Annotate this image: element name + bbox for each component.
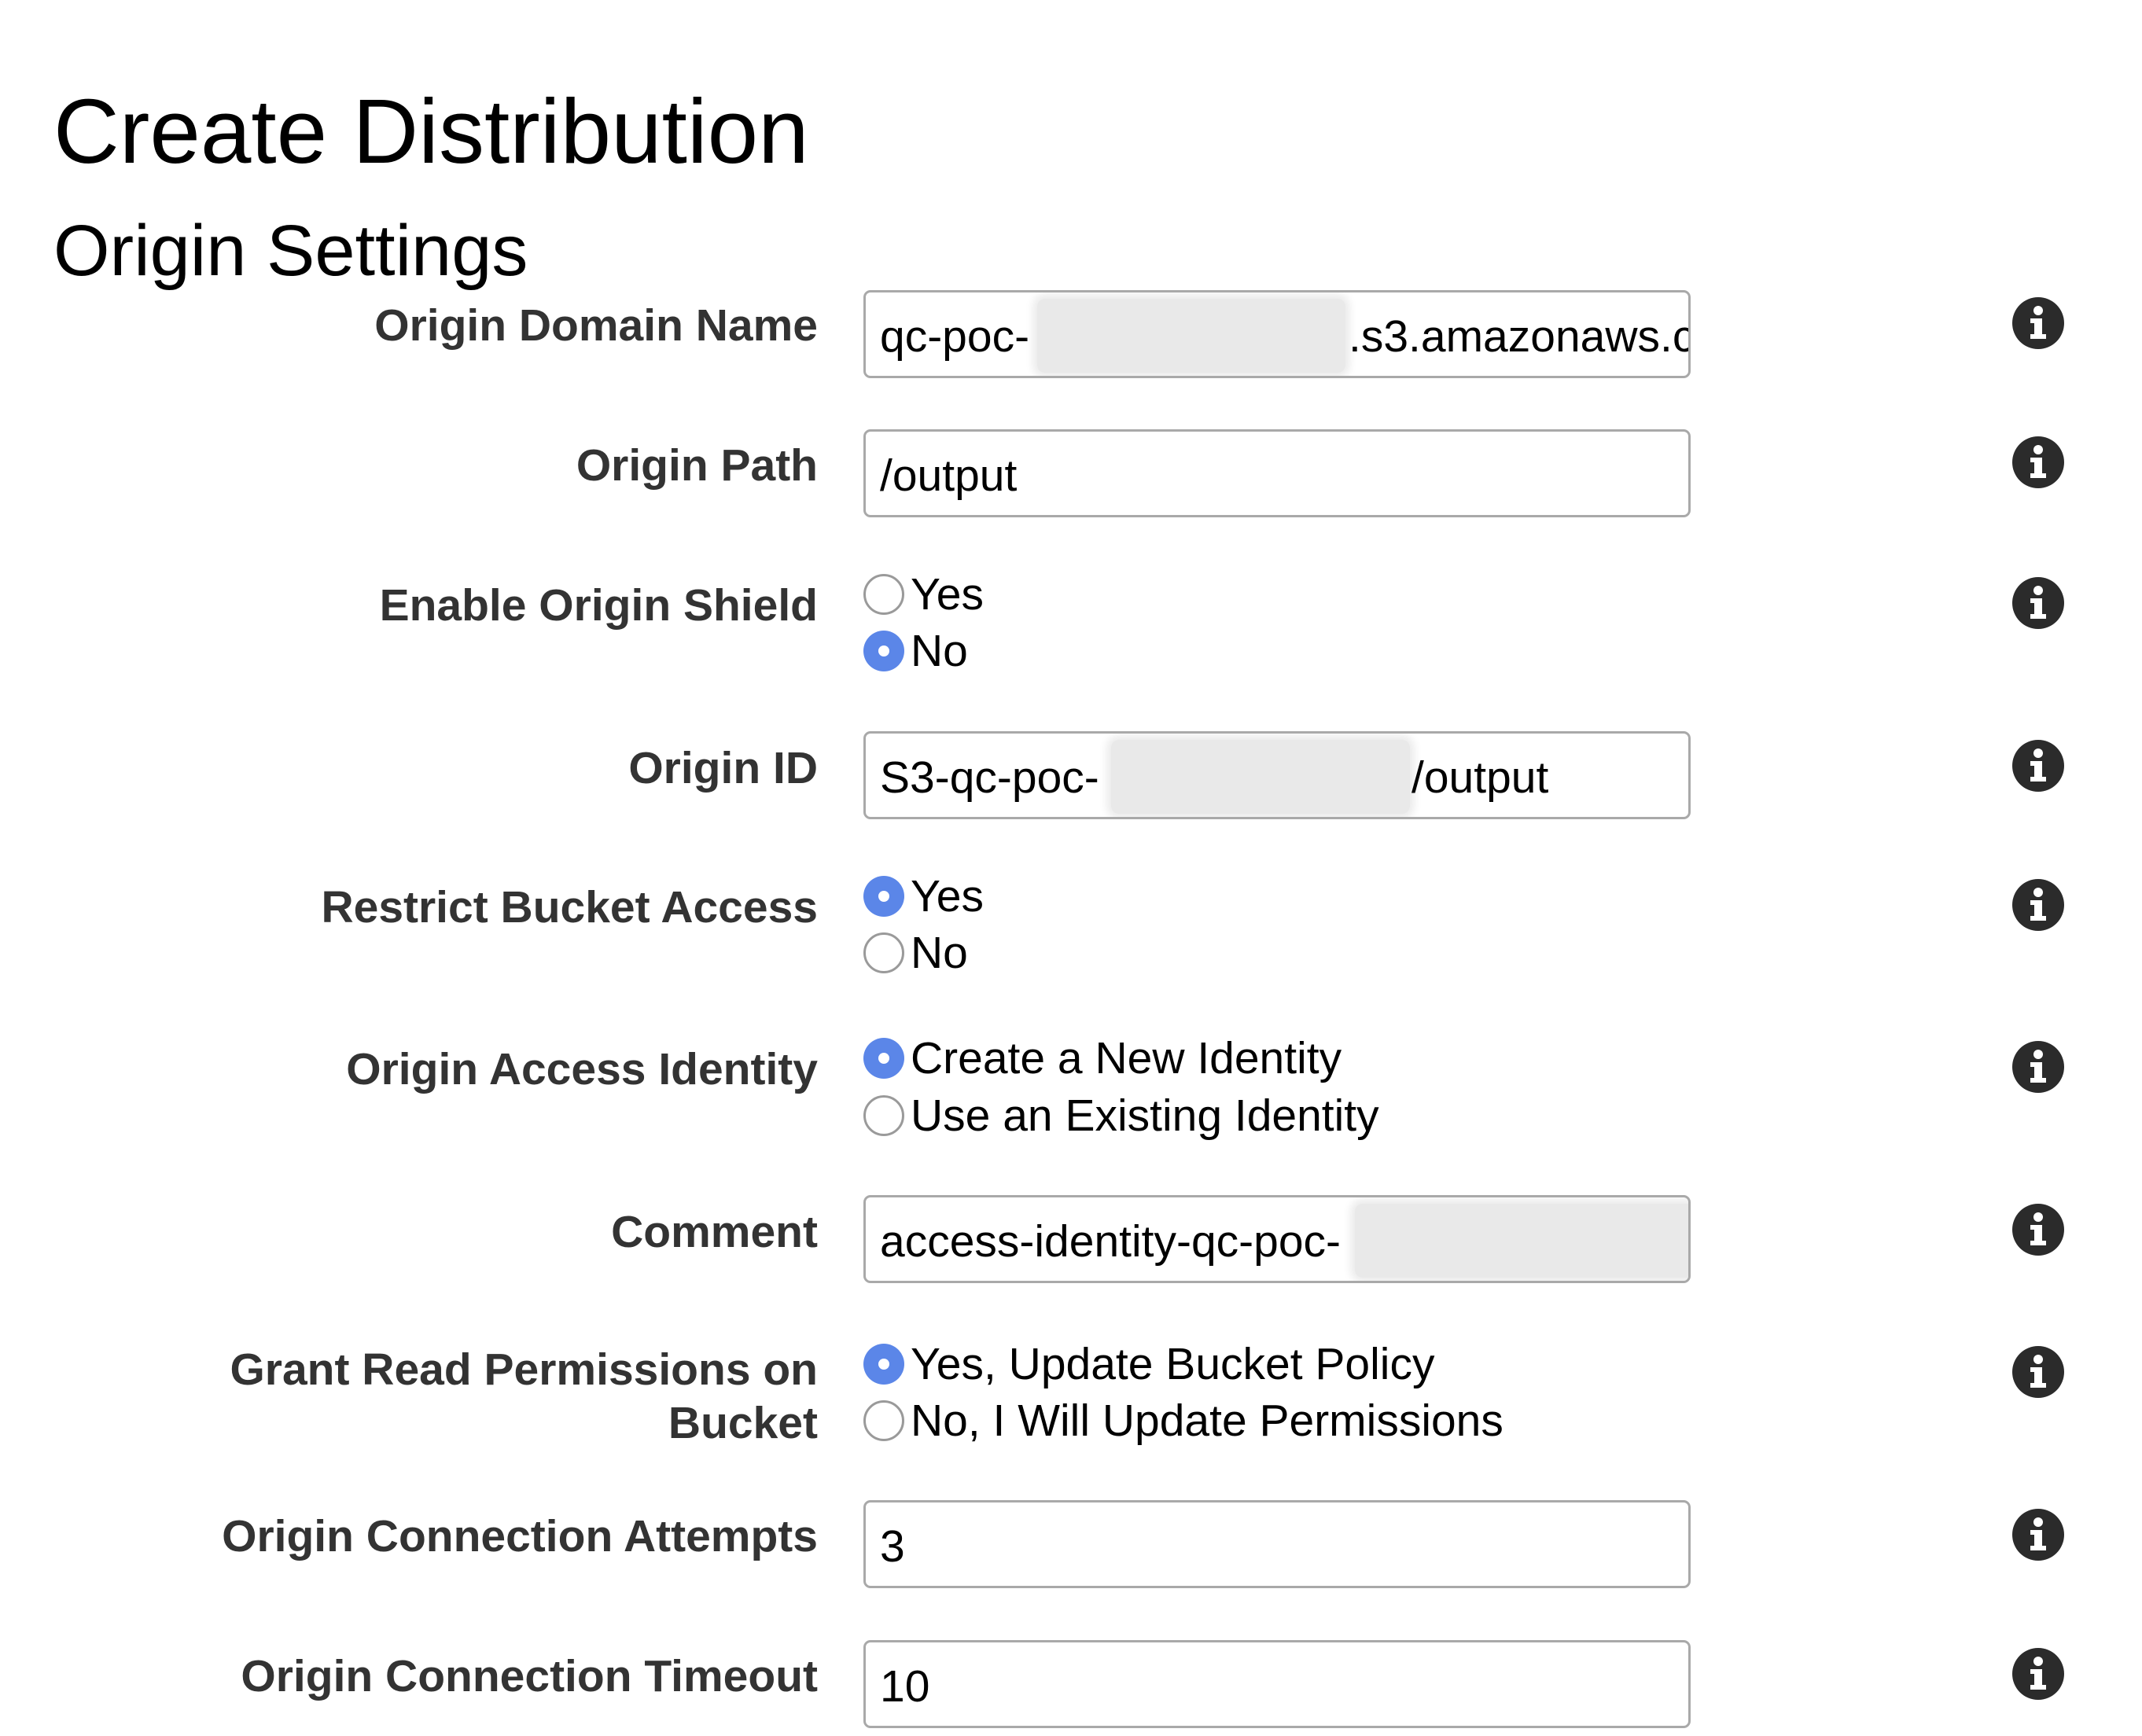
grant-read-option-yes[interactable]: Yes, Update Bucket Policy [863,1336,1434,1392]
comment-value-prefix: access-identity-qc-poc- [880,1216,1342,1267]
origin-connection-timeout-input[interactable]: 10 [863,1640,1691,1728]
info-icon[interactable] [2011,436,2065,489]
radio-label: Yes, Update Bucket Policy [911,1339,1435,1389]
radio-label: No [911,626,968,676]
info-icon[interactable] [2011,1345,2065,1399]
restrict-bucket-access-label: Restrict Bucket Access [321,882,818,932]
origin-domain-name-label: Origin Domain Name [374,300,818,351]
origin-id-label: Origin ID [628,743,818,793]
info-icon[interactable] [2011,296,2065,350]
origin-connection-attempts-value: 3 [880,1521,905,1572]
origin-domain-name-value-suffix: .s3.amazonaws.c [1349,311,1691,362]
radio-checked[interactable] [863,1344,904,1385]
enable-origin-shield-label: Enable Origin Shield [379,580,818,631]
restrict-bucket-option-yes[interactable]: Yes [863,868,984,925]
origin-access-identity-label: Origin Access Identity [346,1044,818,1094]
access-identity-option-create[interactable]: Create a New Identity [863,1030,1342,1087]
radio-label: Yes [911,871,984,921]
radio-label: No, I Will Update Permissions [911,1396,1503,1446]
redacted-region [1111,740,1410,814]
redacted-region [1355,1204,1688,1278]
origin-shield-option-no[interactable]: No [863,623,968,679]
radio-unchecked[interactable] [863,1095,904,1136]
origin-id-input[interactable]: S3-qc-poc- /output [863,731,1691,819]
radio-label: No [911,928,968,978]
origin-connection-timeout-value: 10 [880,1661,930,1712]
redacted-region [1037,299,1345,373]
origin-id-value-prefix: S3-qc-poc- [880,752,1099,803]
origin-connection-attempts-input[interactable]: 3 [863,1500,1691,1588]
section-title: Origin Settings [53,211,528,292]
origin-path-label: Origin Path [576,440,818,491]
radio-unchecked[interactable] [863,574,904,615]
origin-id-value-suffix: /output [1411,752,1549,803]
grant-read-permissions-label: Grant Read Permissions on Bucket [230,1344,818,1448]
radio-unchecked[interactable] [863,932,904,973]
radio-unchecked[interactable] [863,1400,904,1441]
info-icon[interactable] [2011,739,2065,793]
origin-shield-option-yes[interactable]: Yes [863,566,984,623]
info-icon[interactable] [2011,576,2065,630]
radio-label: Use an Existing Identity [911,1091,1379,1141]
origin-connection-timeout-label: Origin Connection Timeout [241,1651,818,1701]
origin-domain-name-value-prefix: qc-poc- [880,311,1030,362]
radio-label: Yes [911,569,984,620]
origin-path-value: /output [880,451,1018,501]
comment-label: Comment [611,1207,818,1257]
origin-connection-attempts-label: Origin Connection Attempts [222,1511,818,1561]
grant-read-option-no[interactable]: No, I Will Update Permissions [863,1392,1503,1449]
radio-checked[interactable] [863,631,904,671]
access-identity-option-existing[interactable]: Use an Existing Identity [863,1087,1379,1144]
info-icon[interactable] [2011,1203,2065,1256]
restrict-bucket-option-no[interactable]: No [863,925,968,981]
radio-checked[interactable] [863,876,904,917]
info-icon[interactable] [2011,1040,2065,1094]
origin-domain-name-input[interactable]: qc-poc- .s3.amazonaws.c [863,290,1691,378]
origin-path-input[interactable]: /output [863,429,1691,517]
comment-input[interactable]: access-identity-qc-poc- [863,1195,1691,1283]
info-icon[interactable] [2011,878,2065,932]
info-icon[interactable] [2011,1508,2065,1561]
radio-label: Create a New Identity [911,1033,1342,1083]
radio-checked[interactable] [863,1038,904,1079]
page-title: Create Distribution [53,79,809,182]
info-icon[interactable] [2011,1647,2065,1701]
